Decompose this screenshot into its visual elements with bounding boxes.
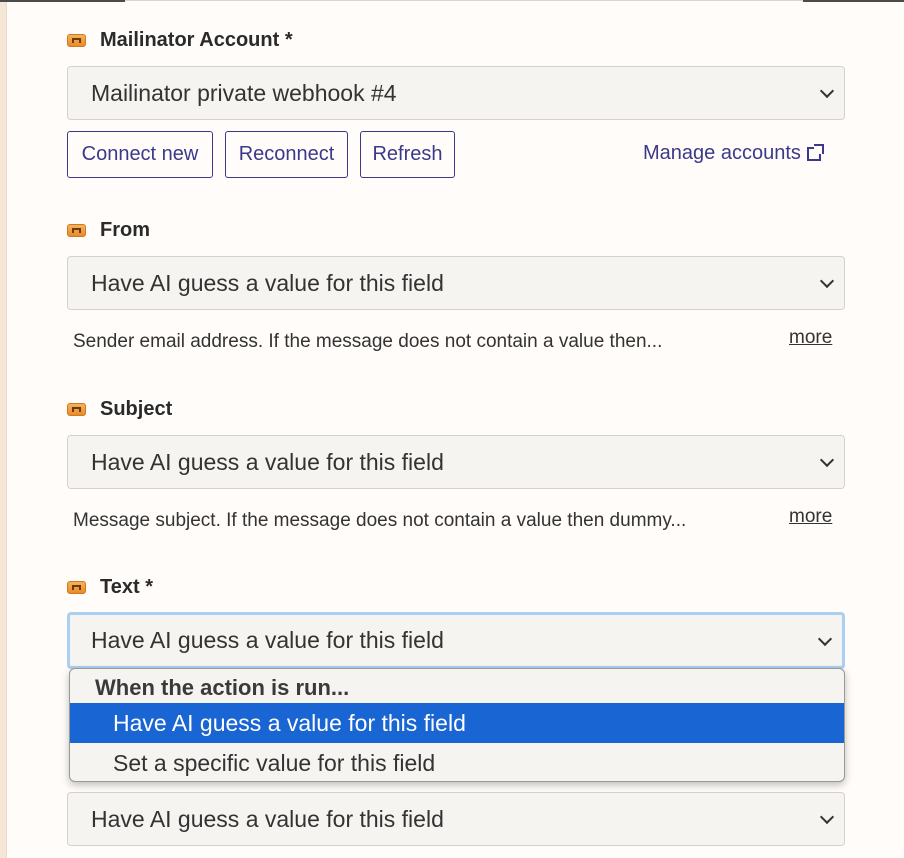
next-field-select[interactable]: Have AI guess a value for this field — [67, 792, 845, 846]
manage-accounts-link[interactable]: Manage accounts — [643, 142, 824, 165]
subject-label-row: Subject — [67, 397, 172, 421]
external-link-icon — [806, 143, 824, 161]
mailinator-icon — [67, 580, 86, 594]
top-divider-mid — [125, 0, 803, 1]
from-select[interactable]: Have AI guess a value for this field — [67, 256, 845, 310]
next-field-select-value: Have AI guess a value for this field — [91, 805, 444, 832]
top-divider-left — [0, 0, 125, 2]
subject-help-text: Message subject. If the message does not… — [73, 510, 687, 531]
chevron-down-icon — [819, 83, 835, 99]
subject-select[interactable]: Have AI guess a value for this field — [67, 435, 845, 489]
chevron-down-icon — [819, 452, 835, 468]
top-divider-right — [803, 0, 904, 2]
chevron-down-icon — [819, 809, 835, 825]
text-label: Text * — [100, 575, 153, 598]
subject-more-link[interactable]: more — [789, 506, 832, 528]
from-help-text: Sender email address. If the message doe… — [73, 331, 663, 352]
account-select[interactable]: Mailinator private webhook #4 — [67, 66, 845, 120]
from-more-link[interactable]: more — [789, 327, 832, 349]
account-select-value: Mailinator private webhook #4 — [91, 79, 397, 106]
refresh-button[interactable]: Refresh — [360, 131, 455, 178]
subject-label: Subject — [100, 397, 173, 420]
dropdown-group-label: When the action is run... — [95, 675, 350, 700]
connect-new-button[interactable]: Connect new — [67, 131, 213, 178]
chevron-down-icon — [819, 273, 835, 289]
dropdown-option-specific-value[interactable]: Set a specific value for this field — [70, 743, 844, 781]
dropdown-option-ai-guess[interactable]: Have AI guess a value for this field — [70, 703, 844, 743]
mailinator-icon — [67, 402, 86, 416]
text-select-dropdown: When the action is run... Have AI guess … — [69, 668, 845, 782]
mailinator-icon — [67, 223, 86, 237]
manage-accounts-label: Manage accounts — [643, 142, 801, 164]
left-panel-edge — [0, 0, 7, 858]
text-select[interactable]: Have AI guess a value for this field — [67, 612, 845, 669]
account-label: Mailinator Account * — [100, 28, 293, 51]
from-select-value: Have AI guess a value for this field — [91, 269, 444, 296]
reconnect-button[interactable]: Reconnect — [225, 131, 348, 178]
account-label-row: Mailinator Account * — [67, 28, 293, 52]
text-label-row: Text * — [67, 575, 153, 599]
from-label-row: From — [67, 218, 150, 242]
subject-select-value: Have AI guess a value for this field — [91, 448, 444, 475]
chevron-down-icon — [817, 631, 833, 646]
mailinator-icon — [67, 33, 86, 47]
text-select-value: Have AI guess a value for this field — [91, 627, 444, 653]
from-label: From — [100, 218, 150, 241]
